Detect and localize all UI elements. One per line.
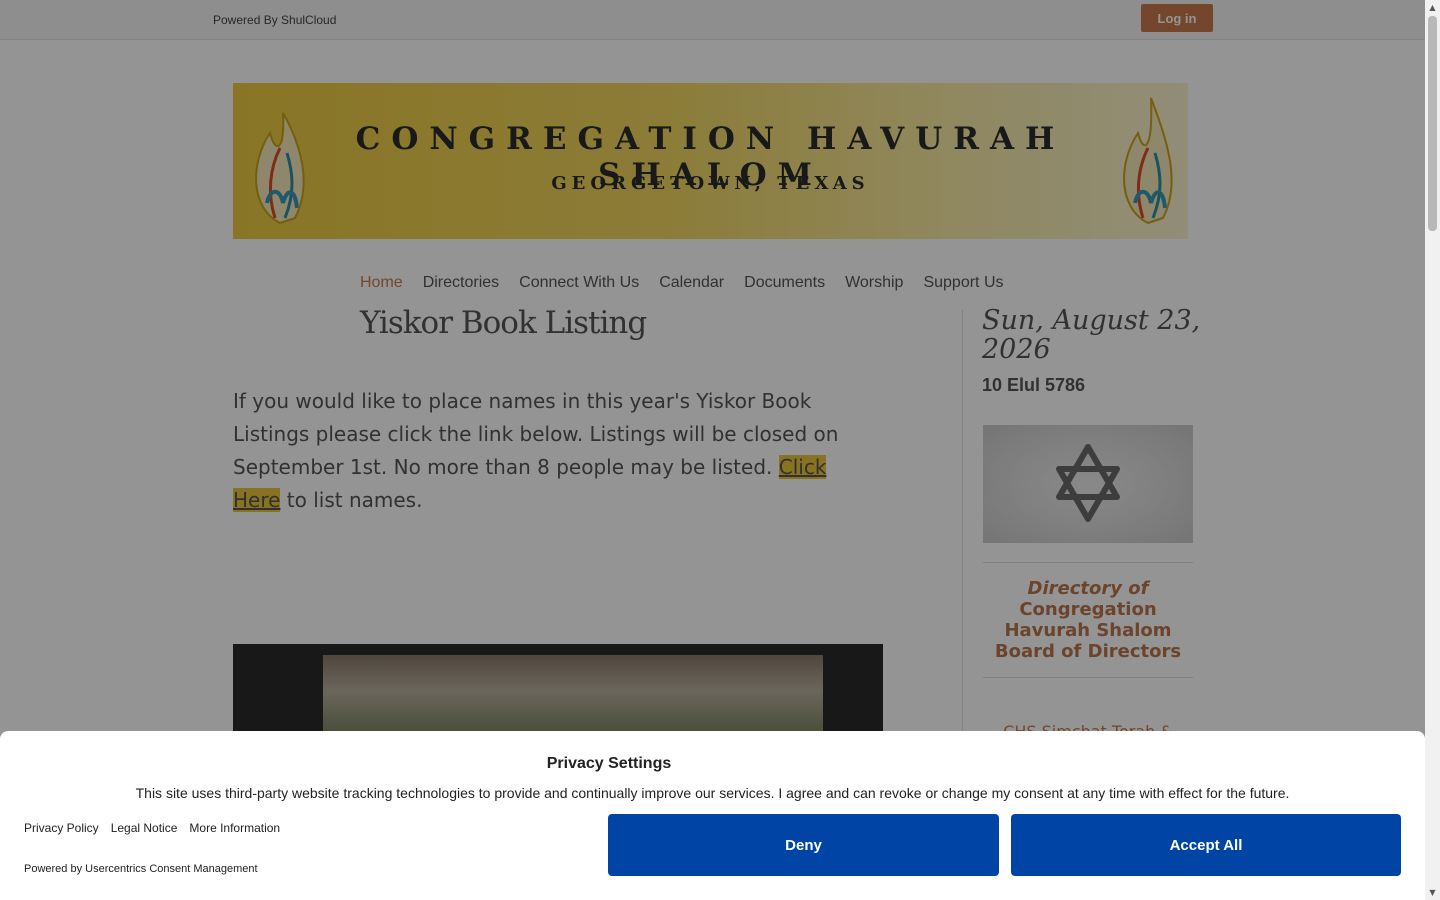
consent-title: Privacy Settings	[546, 755, 672, 772]
legal-notice-link[interactable]: Legal Notice	[111, 821, 178, 835]
privacy-policy-link[interactable]: Privacy Policy	[24, 821, 99, 835]
consent-powered-by: Powered by Usercentrics Consent Manageme…	[24, 863, 258, 875]
scrollbar-thumb[interactable]	[1428, 16, 1437, 231]
page-scrollbar[interactable]: ▲ ▼	[1425, 0, 1440, 900]
deny-button[interactable]: Deny	[608, 814, 999, 876]
more-information-link[interactable]: More Information	[189, 821, 280, 835]
privacy-consent-banner: Privacy Settings This site uses third-pa…	[0, 731, 1425, 900]
scroll-up-arrow-icon[interactable]: ▲	[1425, 0, 1440, 15]
consent-description: This site uses third-party website track…	[135, 785, 1290, 801]
consent-links: Privacy Policy Legal Notice More Informa…	[24, 821, 280, 835]
accept-all-button[interactable]: Accept All	[1011, 814, 1401, 876]
scroll-down-arrow-icon[interactable]: ▼	[1425, 885, 1440, 900]
